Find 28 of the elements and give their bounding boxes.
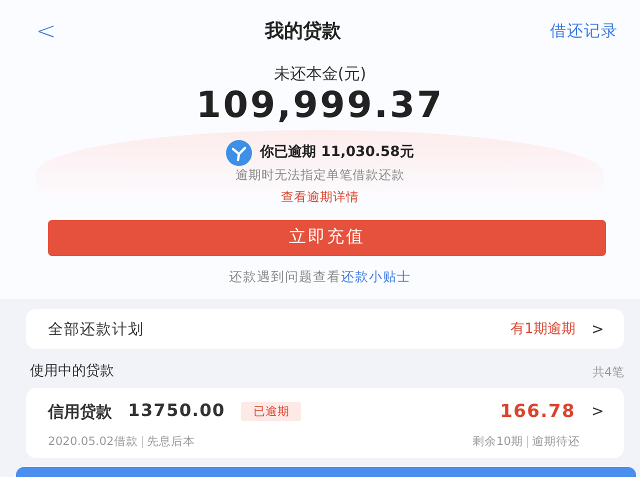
loan-name: 信用贷款 [48, 400, 112, 423]
page-title: 我的贷款 [265, 18, 342, 44]
logo-icon [226, 140, 252, 166]
remaining-terms: 剩余10期 [472, 433, 523, 450]
chevron-icon: > [591, 400, 604, 423]
plan-status: 有1期逾期 [510, 320, 576, 339]
due-amount: 166.78 [500, 400, 576, 424]
loan-card[interactable]: 信用贷款 13750.00 已逾期 166.78 > 2020.05.02借款 先息后本 剩余10期 逾期待还 [26, 388, 624, 458]
loan-date: 2020.05.02借款 [48, 433, 138, 450]
section-title: 使用中的贷款 [30, 362, 114, 382]
loan-amount: 13750.00 [128, 400, 226, 423]
back-button[interactable]: < [36, 13, 56, 49]
overdue-tag: 已逾期 [241, 402, 302, 422]
overdue-details-link[interactable]: 查看逾期详情 [281, 189, 359, 204]
chevron-icon: > [591, 318, 604, 340]
repayment-method: 先息后本 [146, 433, 195, 450]
recharge-button[interactable]: 立即充值 [48, 220, 606, 256]
overdue-amount: 你已逾期 11,030.58元 [260, 143, 414, 162]
plan-label: 全部还款计划 [48, 318, 144, 340]
principal-amount: 109,999.37 [195, 86, 445, 126]
overdue-note: 逾期时无法指定单笔借款还款 [234, 166, 406, 184]
loan-state: 逾期待还 [532, 433, 580, 450]
history-link[interactable]: 借还记录 [550, 19, 618, 43]
principal-label: 未还本金(元) [272, 63, 368, 85]
repayment-tip: 还款遇到问题查看还款小贴士 [228, 268, 412, 287]
tips-link[interactable]: 还款小贴士 [341, 270, 411, 285]
loan-count: 共4笔 [592, 364, 624, 381]
repayment-plan-row[interactable]: 全部还款计划 有1期逾期 > [26, 309, 624, 350]
